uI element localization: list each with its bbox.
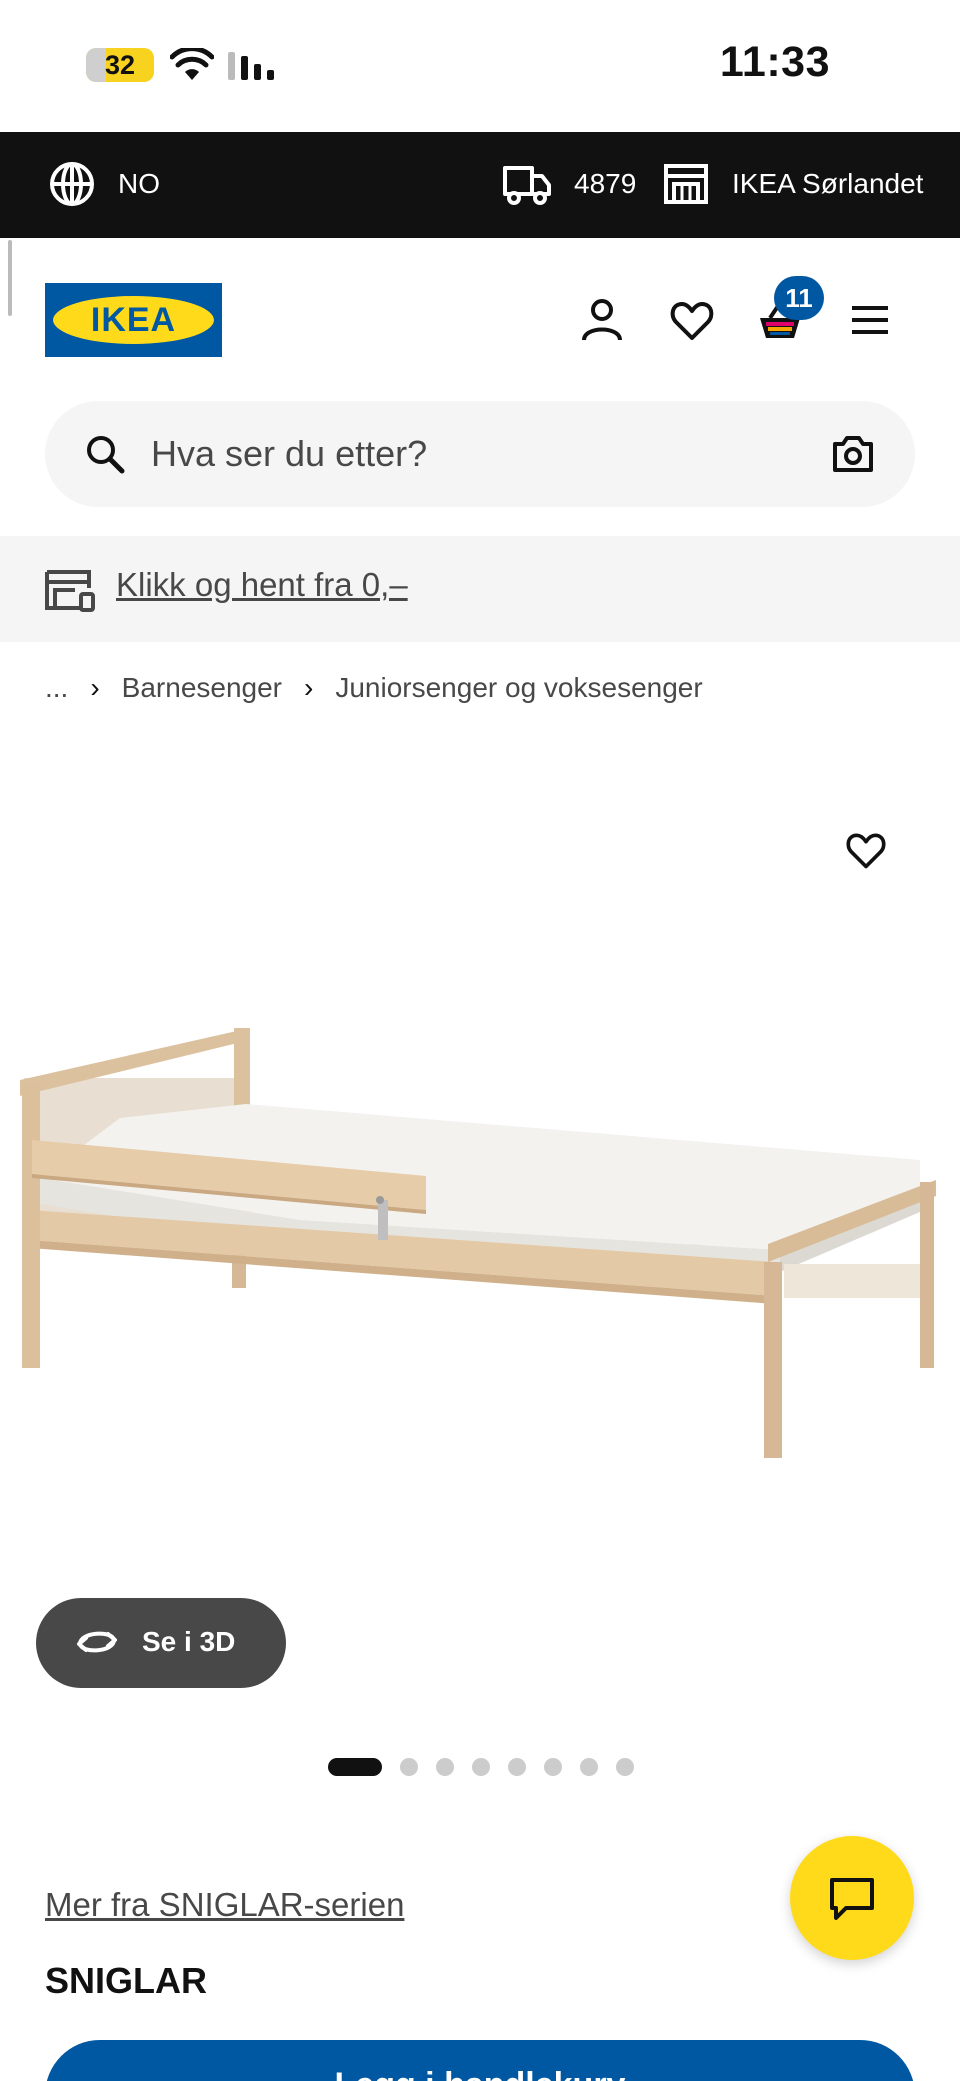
store-label: IKEA Sørlandet: [732, 168, 924, 199]
cart-count-badge: 11: [774, 276, 824, 320]
chat-button[interactable]: [790, 1836, 914, 1960]
menu-icon[interactable]: [846, 296, 894, 344]
carousel-dot[interactable]: [436, 1758, 454, 1776]
scroll-indicator: [8, 240, 12, 316]
carousel-dot[interactable]: [616, 1758, 634, 1776]
breadcrumb-item-barnesenger[interactable]: Barnesenger: [122, 672, 282, 704]
status-bar: 32 11:33: [0, 0, 960, 132]
add-to-cart-button[interactable]: Legg i handlekurv: [45, 2040, 915, 2081]
language-selector[interactable]: NO: [48, 160, 160, 208]
ikea-logo[interactable]: IKEA: [45, 283, 222, 357]
click-collect-link[interactable]: Klikk og hent fra 0,–: [116, 566, 408, 604]
signal-icon: [228, 52, 274, 80]
series-link[interactable]: Mer fra SNIGLAR-serien: [45, 1886, 404, 1924]
click-collect-icon: [45, 570, 95, 612]
chevron-right-icon: ›: [90, 672, 100, 703]
clock: 11:33: [719, 38, 830, 86]
delivery-postcode[interactable]: 4879: [502, 162, 636, 206]
battery-level: 32: [104, 50, 136, 80]
carousel-dot[interactable]: [544, 1758, 562, 1776]
image-carousel-dots: [328, 1758, 652, 1776]
camera-icon[interactable]: [831, 434, 875, 474]
carousel-dot[interactable]: [328, 1758, 382, 1776]
store-icon: [664, 164, 708, 204]
rotate-3d-icon: [77, 1631, 117, 1653]
click-collect-banner: Klikk og hent fra 0,–: [0, 536, 960, 642]
view-3d-label: Se i 3D: [142, 1626, 236, 1657]
account-icon[interactable]: [578, 296, 626, 344]
store-selector[interactable]: IKEA Sørlandet: [662, 162, 923, 206]
view-3d-button[interactable]: Se i 3D: [36, 1598, 286, 1688]
postcode-label: 4879: [574, 168, 637, 199]
wifi-icon: [170, 48, 214, 80]
heart-icon[interactable]: [668, 296, 716, 344]
carousel-dot[interactable]: [400, 1758, 418, 1776]
favourite-heart-icon[interactable]: [844, 828, 888, 872]
search-input[interactable]: [151, 429, 751, 479]
chat-icon: [830, 1878, 874, 1920]
top-bar: NO 4879 IKEA Sørlandet: [0, 132, 960, 238]
logo-text: IKEA: [90, 301, 177, 339]
carousel-dot[interactable]: [508, 1758, 526, 1776]
carousel-dot[interactable]: [580, 1758, 598, 1776]
search-icon: [87, 436, 125, 474]
carousel-dot[interactable]: [472, 1758, 490, 1776]
globe-icon: [50, 162, 94, 206]
breadcrumb: ... › Barnesenger › Juniorsenger og voks…: [45, 672, 703, 704]
search-bar: [45, 401, 915, 507]
breadcrumb-ellipsis[interactable]: ...: [45, 672, 68, 704]
breadcrumb-item-juniorsenger[interactable]: Juniorsenger og voksesenger: [335, 672, 702, 704]
truck-icon: [503, 166, 551, 205]
product-image[interactable]: [0, 1000, 960, 1500]
battery-indicator: 32: [86, 48, 154, 82]
product-name: SNIGLAR: [45, 1960, 207, 2001]
chevron-right-icon: ›: [304, 672, 314, 703]
language-label: NO: [118, 168, 160, 199]
